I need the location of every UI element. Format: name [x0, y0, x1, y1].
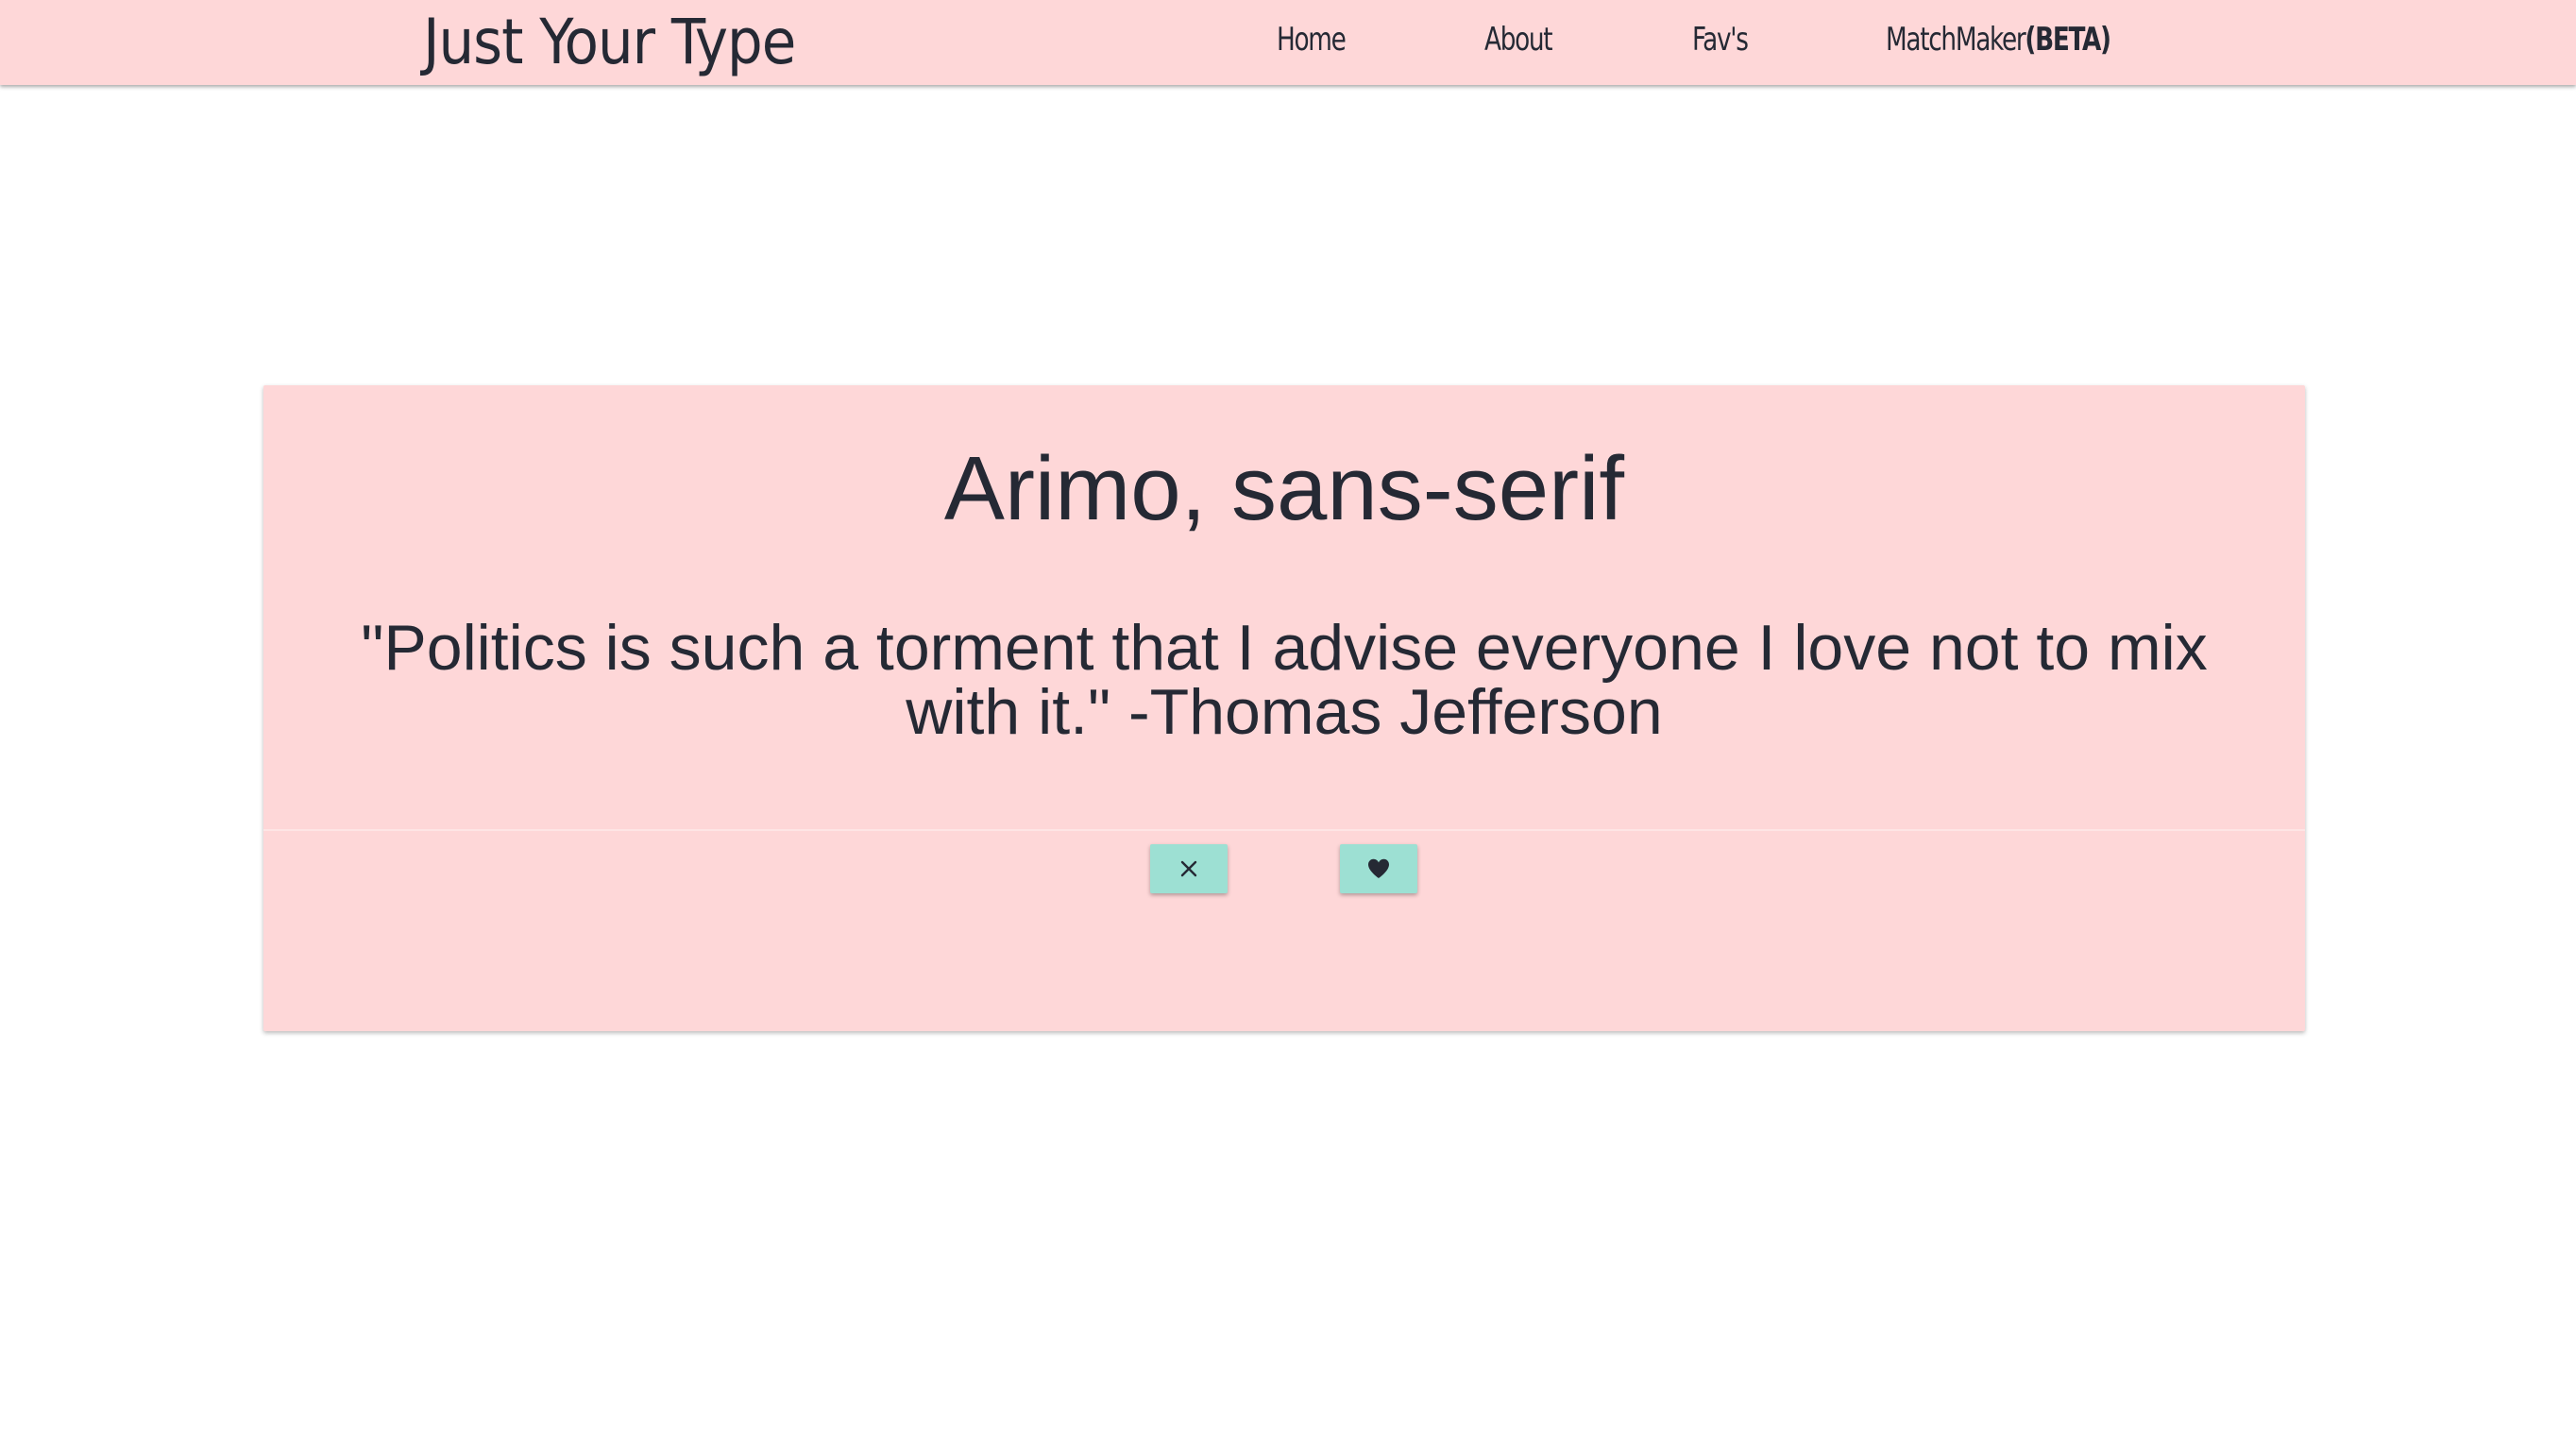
card-actions [263, 831, 2305, 1031]
nav-link-about[interactable]: About [1484, 0, 1553, 79]
matchmaker-label: MatchMaker [1886, 21, 2026, 59]
font-name-title: Arimo, sans-serif [943, 438, 1625, 539]
nav-link-matchmaker[interactable]: MatchMaker(BETA) [1886, 0, 2111, 79]
brand-logo[interactable]: Just Your Type [423, 0, 796, 85]
close-icon [1179, 859, 1198, 878]
nav-link-favs[interactable]: Fav's [1692, 0, 1749, 79]
reject-button[interactable] [1150, 844, 1228, 893]
font-card: Arimo, sans-serif "Politics is such a to… [263, 385, 2305, 1031]
nav-link-home[interactable]: Home [1277, 0, 1347, 79]
navbar: Just Your Type Home About Fav's MatchMak… [0, 0, 2576, 85]
heart-icon [1366, 857, 1391, 880]
sample-quote: "Politics is such a torment that I advis… [361, 612, 2208, 748]
like-button[interactable] [1340, 844, 1417, 893]
beta-badge: (BETA) [2025, 21, 2111, 59]
card-content: Arimo, sans-serif "Politics is such a to… [263, 385, 2305, 831]
